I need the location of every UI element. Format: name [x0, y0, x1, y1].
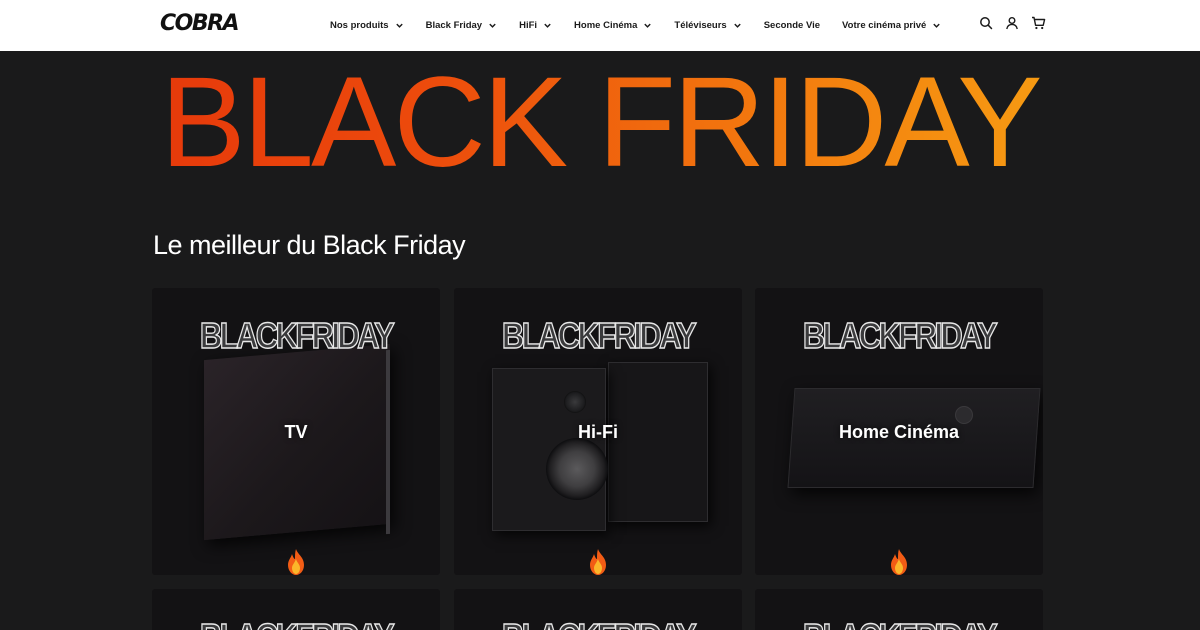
- header-actions: [978, 15, 1056, 31]
- nav-item-label: Votre cinéma privé: [842, 20, 927, 31]
- hero-title: BLACK FRIDAY: [0, 59, 1200, 187]
- card-label: Home Cinéma: [838, 422, 960, 442]
- black-friday-badge: BLACKFRIDAY: [802, 314, 998, 356]
- chevron-down-icon: [489, 23, 496, 28]
- search-icon[interactable]: [978, 15, 994, 31]
- black-friday-badge: BLACKFRIDAY: [474, 615, 722, 630]
- section-title: Le meilleur du Black Friday: [153, 230, 466, 260]
- black-friday-badge: BLACKFRIDAY: [172, 615, 420, 630]
- nav-item-cinema-prive[interactable]: Votre cinéma privé: [842, 20, 941, 31]
- category-card-hifi[interactable]: BLACKFRIDAY Hi-Fi: [454, 288, 742, 575]
- site-header: COBRA Nos produits Black Friday HiFi Hom…: [0, 0, 1200, 51]
- nav-item-televiseurs[interactable]: Téléviseurs: [674, 20, 741, 31]
- card-label: Hi-Fi: [578, 422, 618, 442]
- category-card[interactable]: BLACKFRIDAY: [152, 589, 440, 630]
- nav-item-hifi[interactable]: HiFi: [519, 20, 552, 31]
- nav-item-seconde-vie[interactable]: Seconde Vie: [764, 20, 820, 31]
- nav-item-label: Seconde Vie: [763, 20, 821, 31]
- black-friday-badge: BLACKFRIDAY: [501, 314, 697, 356]
- black-friday-badge: BLACKFRIDAY: [199, 314, 395, 356]
- chevron-down-icon: [933, 23, 941, 28]
- speaker-tweeter: [564, 391, 586, 413]
- nav-item-home-cinema[interactable]: Home Cinéma: [574, 20, 652, 31]
- chevron-down-icon: [544, 23, 551, 28]
- fire-icon: [891, 549, 907, 575]
- nav-item-nos-produits[interactable]: Nos produits: [330, 20, 404, 31]
- nav-item-label: HiFi: [519, 20, 538, 31]
- black-friday-badge: BLACKFRIDAY: [775, 615, 1023, 630]
- nav-item-label: Home Cinéma: [574, 20, 638, 31]
- cobra-logo[interactable]: COBRA: [160, 11, 240, 37]
- chevron-down-icon: [644, 23, 652, 28]
- main-nav: Nos produits Black Friday HiFi Home Ciné…: [330, 0, 963, 51]
- fire-icon: [590, 549, 606, 575]
- category-card[interactable]: BLACKFRIDAY: [454, 589, 742, 630]
- chevron-down-icon: [733, 23, 741, 28]
- category-card-home-cinema[interactable]: BLACKFRIDAY Home Cinéma: [755, 288, 1043, 575]
- category-card-tv[interactable]: BLACKFRIDAY TV: [152, 288, 440, 575]
- category-card[interactable]: BLACKFRIDAY: [755, 589, 1043, 630]
- nav-item-label: Nos produits: [330, 20, 389, 31]
- fire-icon: [288, 549, 304, 575]
- speaker-woofer: [546, 438, 608, 500]
- chevron-down-icon: [395, 23, 403, 28]
- nav-item-label: Black Friday: [425, 20, 483, 31]
- cart-icon[interactable]: [1030, 15, 1046, 31]
- nav-item-black-friday[interactable]: Black Friday: [426, 20, 498, 31]
- nav-item-label: Téléviseurs: [674, 20, 727, 31]
- card-label: TV: [284, 422, 308, 442]
- account-icon[interactable]: [1004, 15, 1020, 31]
